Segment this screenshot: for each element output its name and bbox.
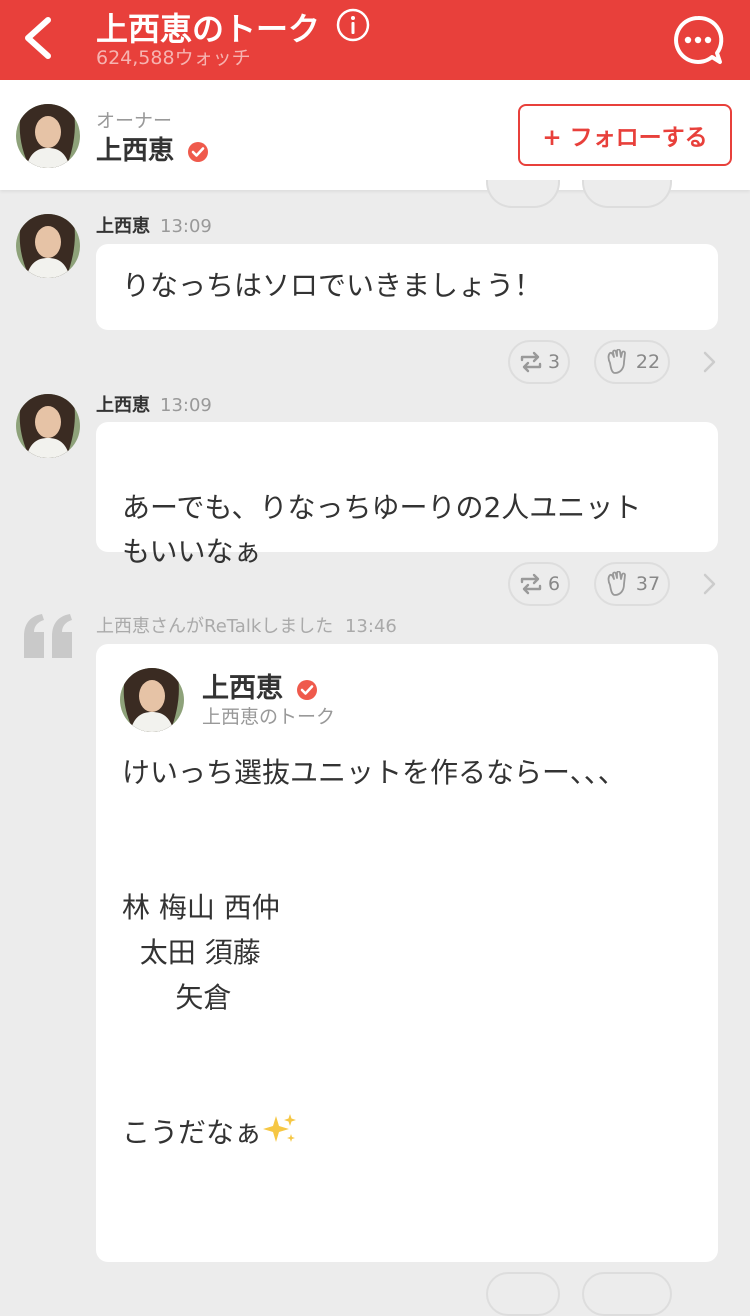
message-bubble[interactable]: あーでも、りなっちゆーりの2人ユニット もいいなぁ [96, 422, 718, 568]
retalk-meta: 上西恵さんがReTalkしました 13:46 [96, 612, 397, 638]
clap-button[interactable]: 37 [594, 562, 670, 606]
follow-button[interactable]: + フォローする [518, 104, 732, 166]
retalk-icon [520, 573, 542, 595]
clap-pill-partial[interactable] [582, 180, 672, 208]
retalk-time: 13:46 [344, 616, 397, 637]
owner-avatar[interactable] [16, 104, 80, 168]
message-text: あーでも、りなっちゆーりの2人ユニット もいいなぁ [122, 491, 642, 568]
message-time: 13:09 [160, 395, 212, 416]
message-text: りなっちはソロでいきましょう！ [122, 269, 543, 302]
retalk-pill-partial[interactable] [486, 180, 560, 208]
message-author: 上西恵 [96, 216, 150, 237]
retalk-avatar[interactable] [120, 668, 184, 732]
clap-count: 37 [635, 573, 661, 595]
message-time: 13:09 [160, 216, 212, 237]
verified-badge-icon [188, 141, 209, 162]
chevron-right-icon[interactable] [700, 349, 718, 375]
message-meta: 上西恵 13:09 [96, 212, 212, 238]
retalk-meta-text: 上西恵さんがReTalkしました [96, 616, 334, 637]
message-avatar[interactable] [16, 394, 80, 458]
retalk-count: 3 [547, 351, 561, 373]
app-header: 上西恵のトーク 624,588ウォッチ [0, 0, 750, 80]
verified-badge-icon [297, 679, 318, 700]
retalk-button[interactable]: 3 [508, 340, 570, 384]
chat-bubble-icon[interactable] [672, 14, 724, 66]
clap-button[interactable]: 22 [594, 340, 670, 384]
watch-count: 624,588ウォッチ [96, 47, 251, 69]
info-icon[interactable] [336, 8, 370, 42]
owner-name-text: 上西恵 [96, 136, 175, 166]
retalk-source[interactable]: 上西恵のトーク [202, 702, 335, 729]
owner-bar: オーナー 上西恵 + フォローする [0, 80, 750, 190]
clap-count: 22 [635, 351, 661, 373]
retalk-icon [520, 351, 542, 373]
message-bubble[interactable]: りなっちはソロでいきましょう！ [96, 244, 718, 330]
message-author: 上西恵 [96, 395, 150, 416]
retalk-body-text: けいっち選抜ユニットを作るならー、、、 林 梅山 西仲 太田 須藤 矢倉 こうだ… [122, 756, 626, 1149]
retalk-button[interactable]: 6 [508, 562, 570, 606]
message-avatar[interactable] [16, 214, 80, 278]
clap-icon [607, 571, 626, 596]
retalk-author: 上西恵 [202, 666, 318, 705]
clap-pill-partial[interactable] [582, 1272, 672, 1316]
retalk-count: 6 [547, 573, 561, 595]
retalk-body: けいっち選抜ユニットを作るならー、、、 林 梅山 西仲 太田 須藤 矢倉 こうだ… [122, 750, 702, 1155]
quote-icon [24, 614, 72, 658]
clap-icon [607, 349, 626, 374]
back-arrow-icon[interactable] [18, 12, 66, 64]
owner-name[interactable]: 上西恵 [96, 130, 209, 167]
sparkles-icon [263, 1114, 297, 1142]
owner-label: オーナー [96, 110, 173, 132]
retalk-pill-partial[interactable] [486, 1272, 560, 1316]
message-meta: 上西恵 13:09 [96, 391, 212, 417]
chevron-right-icon[interactable] [700, 571, 718, 597]
retalk-author-text: 上西恵 [202, 673, 283, 704]
retalk-card[interactable]: 上西恵 上西恵のトーク けいっち選抜ユニットを作るならー、、、 林 梅山 西仲 … [96, 644, 718, 1262]
